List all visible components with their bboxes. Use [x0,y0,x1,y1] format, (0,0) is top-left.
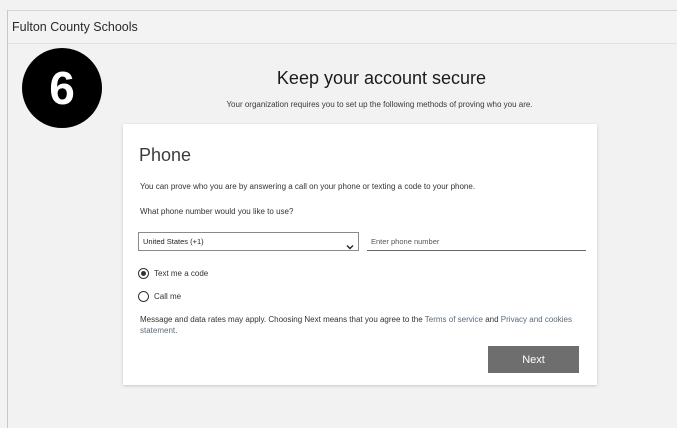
phone-number-input[interactable] [367,232,586,251]
organization-name: Fulton County Schools [12,20,138,34]
radio-label-text: Text me a code [154,269,209,278]
page-title: Keep your account secure [276,68,487,88]
country-code-value: United States (+1) [143,237,204,246]
phone-setup-card: Phone You can prove who you are by answe… [123,124,597,385]
chevron-down-icon [346,238,354,249]
radio-button-text[interactable] [138,268,149,279]
radio-option-call[interactable]: Call me [138,291,181,302]
top-bar: Fulton County Schools [8,11,677,44]
country-code-select[interactable]: United States (+1) [138,232,359,251]
terms-of-service-link[interactable]: Terms of service [425,315,483,324]
page-subtitle: Your organization requires you to set up… [226,100,533,109]
disclaimer-prefix: Message and data rates may apply. Choosi… [140,315,425,324]
disclaimer-suffix: . [175,326,178,335]
phone-question: What phone number would you like to use? [140,207,294,216]
radio-button-call[interactable] [138,291,149,302]
card-title: Phone [139,145,192,165]
disclaimer-middle: and [483,315,501,324]
card-description: You can prove who you are by answering a… [140,182,476,191]
radio-label-call: Call me [154,292,182,301]
next-button[interactable]: Next [488,346,579,373]
radio-option-text[interactable]: Text me a code [138,268,208,279]
disclaimer-text: Message and data rates may apply. Choosi… [140,314,580,336]
